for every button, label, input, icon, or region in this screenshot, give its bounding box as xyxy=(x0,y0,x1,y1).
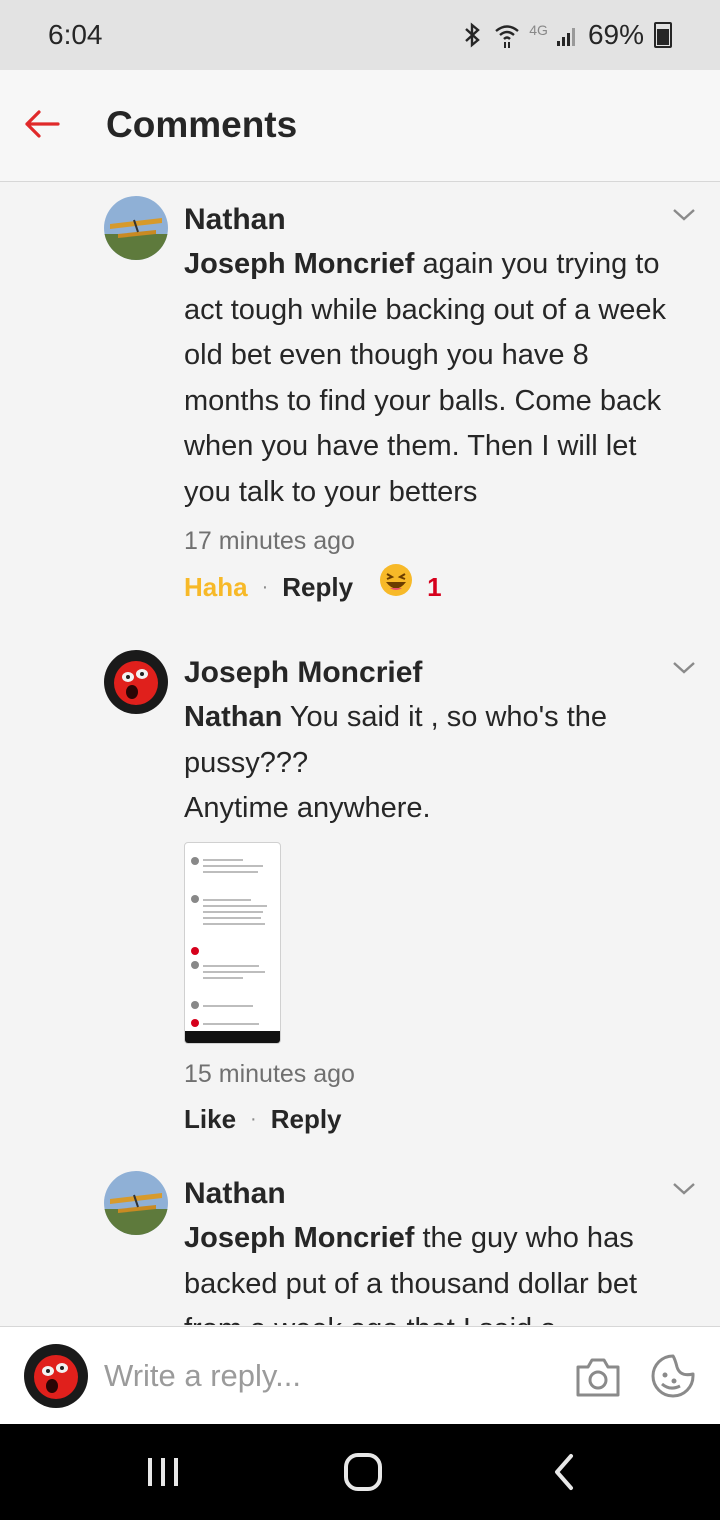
comment-text-line2: Anytime anywhere. xyxy=(184,792,431,824)
home-icon xyxy=(344,1453,382,1491)
comment-actions: Haha · Reply 1 xyxy=(184,563,674,611)
signal-icon xyxy=(556,23,580,47)
comment-author[interactable]: Joseph Moncrief xyxy=(184,651,674,695)
comment-text-content: again you trying to act tough while back… xyxy=(184,248,667,508)
separator-dot: · xyxy=(250,1107,257,1130)
comment-actions: Like · Reply xyxy=(184,1096,674,1142)
reply-input[interactable] xyxy=(104,1351,544,1401)
comments-list[interactable]: Nathan Joseph Moncrief again you trying … xyxy=(0,182,720,1325)
avatar[interactable] xyxy=(104,1171,168,1235)
back-nav-button[interactable] xyxy=(543,1452,587,1492)
back-button[interactable] xyxy=(22,104,62,144)
comment-author[interactable]: Nathan xyxy=(184,198,674,242)
avatar[interactable] xyxy=(104,196,168,260)
avatar[interactable] xyxy=(104,650,168,714)
comment-body: Joseph Moncrief Nathan You said it , so … xyxy=(184,651,674,1142)
camera-button[interactable] xyxy=(574,1355,622,1399)
sticker-icon xyxy=(651,1354,695,1398)
header: Comments xyxy=(0,70,720,182)
wifi-icon xyxy=(493,22,521,48)
back-nav-icon xyxy=(555,1454,573,1490)
separator-dot: · xyxy=(261,576,269,598)
comment-text: Joseph Moncrief again you trying to act … xyxy=(184,242,674,515)
comment-options-button[interactable] xyxy=(671,206,697,224)
comment-timestamp: 17 minutes ago xyxy=(184,527,355,555)
status-time: 6:04 xyxy=(48,19,103,50)
back-arrow-icon xyxy=(25,110,60,138)
mention-link[interactable]: Joseph Moncrief xyxy=(184,248,414,280)
camera-icon xyxy=(576,1358,620,1397)
page-title: Comments xyxy=(106,104,298,145)
home-button[interactable] xyxy=(341,1452,385,1492)
like-button[interactable]: Like xyxy=(184,1096,236,1142)
comment-options-button[interactable] xyxy=(671,1180,697,1198)
comment-body: Nathan Joseph Moncrief the guy who has b… xyxy=(184,1172,674,1325)
reply-bar xyxy=(0,1326,720,1425)
mention-link[interactable]: Joseph Moncrief xyxy=(184,1222,414,1254)
reply-button[interactable]: Reply xyxy=(282,564,353,610)
comment-text: Joseph Moncrief the guy who has backed p… xyxy=(184,1216,674,1325)
network-type-label: 4G xyxy=(529,22,548,38)
haha-reaction-button[interactable]: Haha xyxy=(184,564,248,610)
comment-timestamp: 15 minutes ago xyxy=(184,1059,355,1088)
comment-text: Nathan You said it , so who's the pussy?… xyxy=(184,695,674,832)
current-user-avatar xyxy=(24,1344,88,1408)
reaction-summary[interactable]: 1 xyxy=(379,563,442,611)
system-nav-bar xyxy=(0,1424,720,1520)
recent-apps-button[interactable] xyxy=(141,1452,185,1492)
comment-author[interactable]: Nathan xyxy=(184,1172,674,1216)
comment-options-button[interactable] xyxy=(671,659,697,677)
chevron-down-icon xyxy=(673,1183,695,1195)
recent-apps-icon xyxy=(148,1458,178,1486)
haha-emoji-icon xyxy=(379,563,413,611)
comment-body: Nathan Joseph Moncrief again you trying … xyxy=(184,198,674,611)
battery-icon xyxy=(654,22,672,48)
mention-link[interactable]: Nathan xyxy=(184,701,282,733)
bluetooth-icon xyxy=(461,22,485,48)
screenshot-attachment[interactable] xyxy=(184,841,281,1044)
chevron-down-icon xyxy=(673,662,695,674)
battery-percent: 69% xyxy=(587,19,644,50)
chevron-down-icon xyxy=(673,209,695,221)
reply-button[interactable]: Reply xyxy=(271,1096,342,1142)
status-bar: 6:04 4G 69% xyxy=(0,0,720,70)
reaction-count: 1 xyxy=(427,572,442,602)
status-icons: 4G 69% xyxy=(461,19,672,51)
sticker-button[interactable] xyxy=(650,1353,696,1399)
